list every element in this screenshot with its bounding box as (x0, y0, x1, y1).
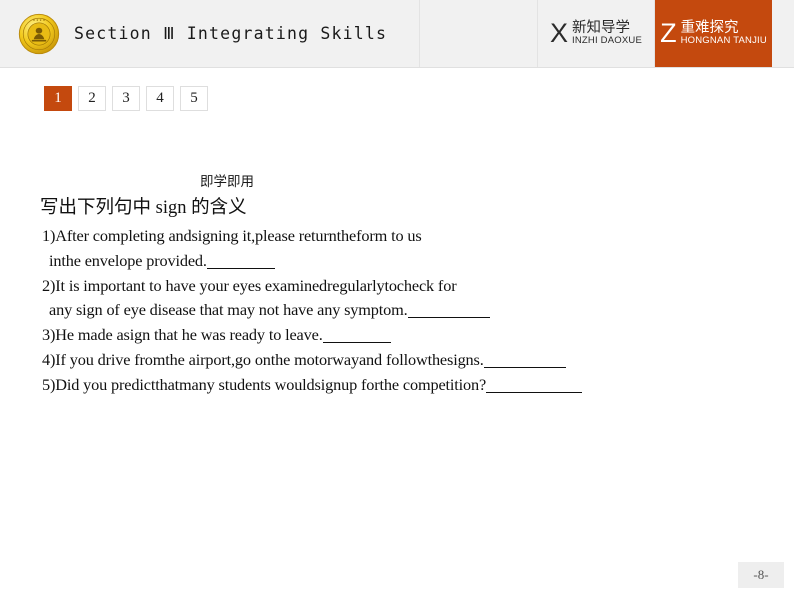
answer-blank[interactable] (322, 342, 391, 344)
pager-item-2[interactable]: 2 (78, 86, 106, 111)
header-spacer-cell (420, 0, 538, 67)
page-header: ★ ★ ★ ★ Section Ⅲ Integrating Skills X 新… (0, 0, 794, 68)
chip-inner: Z 重难探究 HONGNAN TANJIU (660, 20, 767, 47)
answer-blank[interactable] (407, 317, 490, 319)
question-line-1: 3)He made asign that he was ready to lea… (42, 323, 790, 348)
question-text: 4)If you drive fromthe airport,go onthe … (42, 349, 484, 369)
list-item: 1)After completing andsigning it,please … (42, 224, 790, 274)
answer-blank[interactable] (486, 391, 583, 393)
pager-tabs: 1 2 3 4 5 (44, 86, 208, 111)
exercise-badge: 即学即用 (200, 174, 254, 189)
list-item: 5)Did you predictthatmany students would… (42, 373, 790, 398)
question-text: 5)Did you predictthatmany students would… (42, 374, 487, 394)
question-line-1: 4)If you drive fromthe airport,go onthe … (42, 348, 790, 373)
chip-inner: X 新知导学 INZHI DAOXUE (550, 20, 642, 47)
question-line-1: 5)Did you predictthatmany students would… (42, 373, 790, 398)
question-line-1: 2)It is important to have your eyes exam… (42, 275, 457, 295)
gold-seal-medallion-icon: ★ ★ ★ ★ (18, 13, 60, 54)
chip-words: 新知导学 INZHI DAOXUE (572, 20, 642, 47)
tab-zhongnan-tanjiu[interactable]: Z 重难探究 HONGNAN TANJIU (655, 0, 772, 67)
pager-item-4[interactable]: 4 (146, 86, 174, 111)
page-number: -8- (738, 562, 784, 588)
chip-pinyin-label: HONGNAN TANJIU (680, 35, 767, 47)
svg-text:★ ★ ★ ★: ★ ★ ★ ★ (33, 17, 46, 21)
chip-letter-z: Z (660, 18, 677, 48)
list-item: 3)He made asign that he was ready to lea… (42, 323, 790, 348)
question-line-2: any sign of eye disease that may not hav… (42, 298, 790, 323)
chip-words: 重难探究 HONGNAN TANJIU (680, 20, 767, 47)
pager-item-5[interactable]: 5 (180, 86, 208, 111)
list-item: 4)If you drive fromthe airport,go onthe … (42, 348, 790, 373)
pager-item-1[interactable]: 1 (44, 86, 72, 111)
chip-cn-label: 重难探究 (680, 20, 739, 37)
header-title-block: ★ ★ ★ ★ Section Ⅲ Integrating Skills (0, 0, 420, 67)
question-line-2: inthe envelope provided. (42, 249, 790, 274)
chip-pinyin-label: INZHI DAOXUE (572, 35, 642, 47)
answer-blank[interactable] (483, 366, 566, 368)
list-item: 2)It is important to have your eyes exam… (42, 274, 790, 324)
chip-letter-x: X (550, 18, 569, 48)
page-title: Section Ⅲ Integrating Skills (74, 24, 388, 43)
question-line-1: 1)After completing andsigning it,please … (42, 226, 422, 245)
chip-cn-label: 新知导学 (572, 20, 631, 37)
question-text: 3)He made asign that he was ready to lea… (42, 325, 323, 345)
tab-xinzhi-daoxue[interactable]: X 新知导学 INZHI DAOXUE (538, 0, 655, 67)
answer-blank[interactable] (206, 267, 275, 269)
question-text: any sign of eye disease that may not hav… (49, 300, 408, 320)
exercise-prompt: 写出下列句中 sign 的含义 (40, 198, 247, 218)
pager-item-3[interactable]: 3 (112, 86, 140, 111)
question-list: 1)After completing andsigning it,please … (42, 224, 790, 397)
question-text: inthe envelope provided. (49, 250, 207, 270)
